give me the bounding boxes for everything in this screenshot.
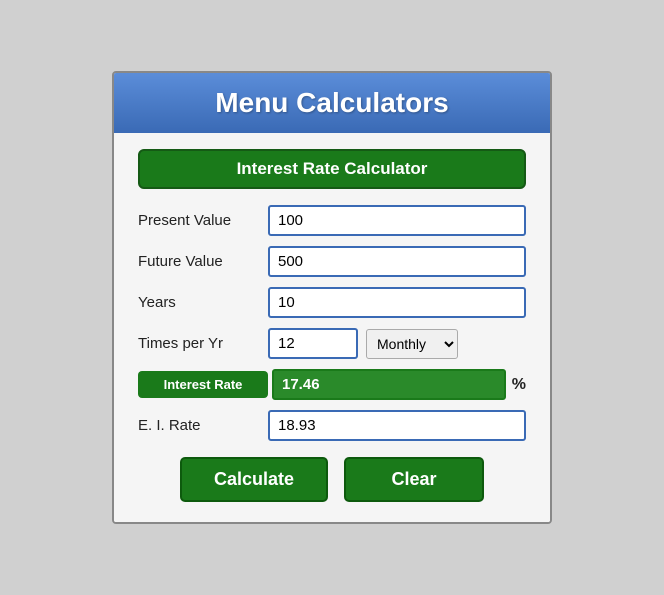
years-row: Years [138, 287, 526, 318]
years-input[interactable] [268, 287, 526, 318]
ei-rate-input[interactable] [268, 410, 526, 441]
clear-button[interactable]: Clear [344, 457, 484, 502]
calculate-button[interactable]: Calculate [180, 457, 328, 502]
header: Menu Calculators [114, 73, 550, 133]
interest-rate-input[interactable] [272, 369, 506, 400]
section-title: Interest Rate Calculator [138, 149, 526, 189]
calculator-container: Menu Calculators Interest Rate Calculato… [112, 71, 552, 524]
ei-rate-row: E. I. Rate [138, 410, 526, 441]
future-value-input[interactable] [268, 246, 526, 277]
present-value-input[interactable] [268, 205, 526, 236]
times-per-yr-input[interactable] [268, 328, 358, 359]
years-label: Years [138, 294, 268, 311]
interest-rate-label: Interest Rate [138, 371, 268, 398]
present-value-label: Present Value [138, 212, 268, 229]
ei-rate-label: E. I. Rate [138, 417, 268, 434]
present-value-row: Present Value [138, 205, 526, 236]
times-per-yr-row: Times per Yr Monthly Daily Weekly Quarte… [138, 328, 526, 359]
frequency-select[interactable]: Monthly Daily Weekly Quarterly Annually [366, 329, 458, 359]
times-per-yr-label: Times per Yr [138, 335, 268, 352]
future-value-row: Future Value [138, 246, 526, 277]
buttons-row: Calculate Clear [138, 457, 526, 502]
page-title: Menu Calculators [215, 87, 448, 118]
percent-symbol: % [512, 376, 526, 394]
interest-rate-row: Interest Rate % [138, 369, 526, 400]
future-value-label: Future Value [138, 253, 268, 270]
calc-body: Interest Rate Calculator Present Value F… [114, 133, 550, 522]
